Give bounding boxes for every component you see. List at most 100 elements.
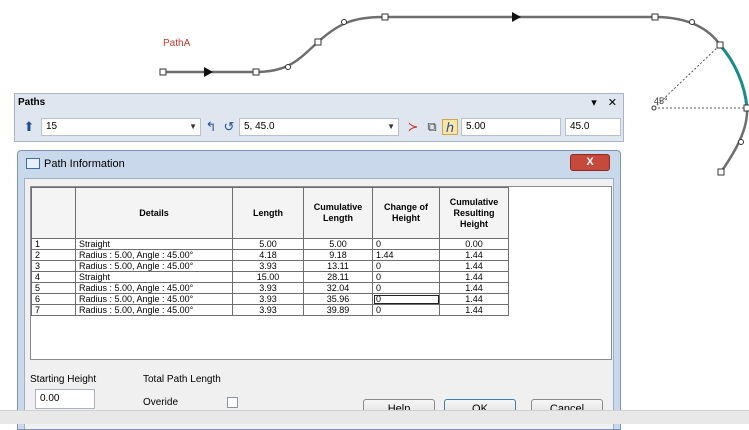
row-number-cell: 3 — [31, 260, 76, 272]
chevron-down-icon: ▼ — [387, 122, 395, 131]
details-cell: Radius : 5.00, Angle : 45.00° — [75, 304, 233, 316]
paths-toolbar-title: Paths — [18, 97, 46, 108]
cumulative-length-cell: 39.89 — [303, 304, 373, 316]
details-cell: Radius : 5.00, Angle : 45.00° — [75, 249, 233, 261]
details-cell: Straight — [75, 238, 233, 250]
path-node — [381, 13, 389, 21]
change-of-height-cell[interactable]: 0 — [372, 260, 440, 272]
total-path-length-label: Total Path Length — [143, 374, 221, 385]
table-row[interactable]: 7 Radius : 5.00, Angle : 45.00° 3.93 39.89 0… — [31, 304, 509, 316]
override-label: Overide — [143, 397, 179, 408]
path-control-point — [341, 19, 347, 25]
change-of-height-cell[interactable]: 0 — [372, 271, 440, 283]
path-node — [314, 38, 322, 46]
paths-toolbar-row: ⬆ 15 ▼ ↰ ↺ 5, 45.0 ▼ ≻ ⧉ ℎ 5.00 45.0 — [19, 117, 621, 138]
dialog-client-area: Details Length Cumulative Length Change … — [24, 178, 614, 429]
direction-tool-icon[interactable]: ≻ — [405, 119, 421, 135]
cumulative-length-cell: 5.00 — [303, 238, 373, 250]
change-of-height-cell[interactable]: 0 — [372, 304, 440, 316]
cumulative-height-cell: 1.44 — [439, 282, 509, 294]
details-cell: Radius : 5.00, Angle : 45.00° — [75, 260, 233, 272]
change-of-height-cell[interactable]: 0 — [372, 282, 440, 294]
curve-tool-icon[interactable]: ↰ — [203, 119, 219, 135]
table-row[interactable]: 4 Straight 15.00 28.11 0 1.44 — [31, 271, 509, 283]
path-node — [716, 41, 724, 49]
path-information-dialog: Path Information X Details Length Cumula… — [17, 150, 621, 430]
cumulative-length-cell: 35.96 — [303, 293, 373, 305]
cumulative-height-cell: 1.44 — [439, 260, 509, 272]
change-of-height-cell[interactable]: 0 — [372, 293, 440, 305]
path-node — [159, 68, 167, 76]
path-node — [651, 13, 659, 21]
column-header-row-number — [31, 187, 76, 239]
height-value: 5.00 — [466, 121, 486, 132]
column-header-details[interactable]: Details — [75, 187, 233, 239]
row-number-cell: 5 — [31, 282, 76, 294]
copy-tool-icon[interactable]: ⧉ — [424, 119, 440, 135]
change-of-height-cell[interactable]: 1.44 — [372, 249, 440, 261]
path-control-point — [738, 139, 744, 145]
radius-angle-value: 5, 45.0 — [244, 121, 275, 132]
dialog-title: Path Information — [44, 158, 125, 170]
table-body: 1 Straight 5.00 5.00 0 0.00 2 Radius : 5.00, An… — [31, 238, 509, 316]
starting-height-input[interactable]: 0.00 — [35, 389, 95, 409]
table-row[interactable]: 6 Radius : 5.00, Angle : 45.00° 3.93 35.96 0… — [31, 293, 509, 305]
paths-toolbar-controls: ▾ ✕ — [583, 96, 617, 109]
length-cell: 15.00 — [232, 271, 304, 283]
column-header-change-of-height[interactable]: Change of Height — [372, 187, 440, 239]
window-icon — [26, 158, 40, 169]
change-of-height-cell[interactable]: 0 — [372, 238, 440, 250]
details-cell: Straight — [75, 271, 233, 283]
cumulative-height-cell: 0.00 — [439, 238, 509, 250]
path-node — [743, 104, 749, 112]
length-cell: 5.00 — [232, 238, 304, 250]
status-bar — [0, 410, 749, 424]
column-header-cumulative-length[interactable]: Cumulative Length — [303, 187, 373, 239]
radius-angle-dropdown[interactable]: 5, 45.0 ▼ — [239, 118, 399, 136]
chevron-down-icon: ▼ — [189, 122, 197, 131]
path-info-table: Details Length Cumulative Length Change … — [31, 187, 509, 316]
row-number-cell: 7 — [31, 304, 76, 316]
path-control-point — [651, 105, 657, 111]
starting-height-label: Starting Height — [30, 374, 97, 385]
rotate-tool-icon[interactable]: ↺ — [221, 119, 237, 135]
pin-icon[interactable]: ▾ — [591, 97, 597, 109]
angle-input[interactable]: 45.0 — [565, 118, 621, 136]
angle-label: 45° — [654, 96, 668, 106]
cumulative-height-cell: 1.44 — [439, 304, 509, 316]
table-row[interactable]: 5 Radius : 5.00, Angle : 45.00° 3.93 32.04 0… — [31, 282, 509, 294]
cumulative-length-cell: 32.04 — [303, 282, 373, 294]
direction-arrow — [512, 12, 521, 22]
dialog-close-button[interactable]: X — [570, 154, 610, 171]
column-header-length[interactable]: Length — [232, 187, 304, 239]
override-checkbox[interactable] — [227, 397, 238, 408]
path-node — [252, 68, 260, 76]
length-cell: 3.93 — [232, 282, 304, 294]
cumulative-height-cell: 1.44 — [439, 293, 509, 305]
length-cell: 3.93 — [232, 260, 304, 272]
column-header-cumulative-resulting-height[interactable]: Cumulative Resulting Height — [439, 187, 509, 239]
table-row[interactable]: 3 Radius : 5.00, Angle : 45.00° 3.93 13.11 0… — [31, 260, 509, 272]
table-row[interactable]: 1 Straight 5.00 5.00 0 0.00 — [31, 238, 509, 250]
angle-value: 45.0 — [570, 121, 590, 132]
cumulative-length-cell: 28.11 — [303, 271, 373, 283]
path-control-point — [689, 19, 695, 25]
cumulative-height-cell: 1.44 — [439, 271, 509, 283]
path-node — [717, 168, 725, 176]
path-info-grid[interactable]: Details Length Cumulative Length Change … — [30, 186, 612, 360]
path-count-dropdown[interactable]: 15 ▼ — [41, 118, 201, 136]
cumulative-length-cell: 13.11 — [303, 260, 373, 272]
row-number-cell: 4 — [31, 271, 76, 283]
path-count-value: 15 — [46, 121, 58, 132]
selected-segment[interactable] — [718, 44, 749, 109]
height-tool-icon[interactable]: ℎ — [442, 119, 458, 135]
details-cell: Radius : 5.00, Angle : 45.00° — [75, 282, 233, 294]
path-label: PathA — [163, 38, 191, 49]
height-input[interactable]: 5.00 — [461, 118, 561, 136]
close-icon[interactable]: ✕ — [608, 97, 617, 109]
row-number-cell: 6 — [31, 293, 76, 305]
table-row[interactable]: 2 Radius : 5.00, Angle : 45.00° 4.18 9.18 1.… — [31, 249, 509, 261]
path-count-icon[interactable]: ⬆ — [21, 119, 37, 135]
direction-arrow — [204, 67, 213, 77]
starting-height-value: 0.00 — [40, 393, 60, 404]
